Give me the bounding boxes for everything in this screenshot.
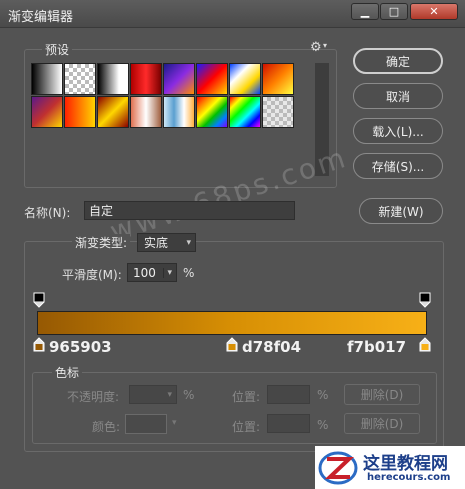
preset-swatch[interactable] — [229, 63, 261, 95]
opacity-location-label: 位置: — [232, 390, 261, 404]
preset-swatch[interactable] — [97, 63, 129, 95]
color-location-input[interactable] — [267, 414, 310, 433]
color-stop-value: f7b017 — [347, 338, 407, 356]
preset-swatch[interactable] — [130, 63, 162, 95]
opacity-stop-marker — [33, 292, 45, 308]
opacity-stop-right[interactable] — [419, 292, 431, 311]
color-swatch[interactable] — [125, 414, 167, 434]
smoothness-value: 100 — [133, 265, 156, 280]
new-button[interactable]: 新建(W) — [359, 198, 443, 224]
preset-swatch[interactable] — [262, 96, 294, 128]
preset-swatch[interactable] — [196, 96, 228, 128]
color-delete-button[interactable]: 删除(D) — [344, 413, 420, 434]
name-label: 名称(N): — [24, 206, 71, 220]
maximize-button[interactable]: □ — [380, 3, 408, 20]
color-location-label: 位置: — [232, 420, 261, 434]
opacity-label: 不透明度: — [67, 390, 120, 404]
color-stop-value: d78f04 — [242, 338, 302, 356]
opacity-delete-button[interactable]: 删除(D) — [344, 384, 420, 405]
chevron-down-icon[interactable]: ▾ — [172, 418, 177, 428]
opacity-input[interactable]: ▾ — [129, 385, 177, 404]
stops-label: 色标 — [52, 364, 83, 381]
gradient-preview-bar[interactable] — [37, 311, 427, 335]
logo-title: 这里教程网 — [363, 454, 448, 474]
gradient-type-select[interactable]: 实底 ▾ — [137, 233, 196, 252]
gear-icon[interactable]: ⚙ — [310, 40, 322, 55]
preset-swatch[interactable] — [97, 96, 129, 128]
logo-url: herecours.com — [367, 472, 451, 483]
color-stop-value: 965903 — [49, 338, 112, 356]
opacity-unit: % — [183, 388, 195, 402]
preset-swatch[interactable] — [64, 63, 96, 95]
load-button[interactable]: 载入(L)... — [353, 118, 443, 144]
preset-swatch[interactable] — [64, 96, 96, 128]
color-stop-marker[interactable] — [226, 337, 238, 355]
preset-swatch[interactable] — [31, 96, 63, 128]
site-logo: 这里教程网 herecours.com — [315, 446, 465, 489]
preset-swatch-grid — [31, 63, 294, 129]
save-button[interactable]: 存储(S)... — [353, 153, 443, 179]
chevron-down-icon[interactable]: ▾ — [163, 267, 176, 278]
preset-swatch[interactable] — [196, 63, 228, 95]
presets-label: 预设 — [42, 41, 73, 58]
opacity-location-input[interactable] — [267, 385, 310, 404]
color-label: 颜色: — [92, 420, 121, 434]
name-input[interactable] — [84, 201, 295, 220]
opacity-location-unit: % — [317, 388, 329, 402]
gradient-type-value: 实底 — [144, 236, 169, 250]
chevron-down-icon: ▾ — [167, 389, 172, 400]
color-location-unit: % — [317, 418, 329, 432]
title-bar: 渐变编辑器 ▁ □ ✕ — [0, 0, 465, 28]
opacity-stop-left[interactable] — [33, 292, 45, 311]
color-stop-marker[interactable] — [33, 337, 45, 355]
preset-swatch[interactable] — [31, 63, 63, 95]
preset-swatch[interactable] — [163, 96, 195, 128]
preset-swatch[interactable] — [130, 96, 162, 128]
close-button[interactable]: ✕ — [410, 3, 458, 20]
preset-swatch[interactable] — [262, 63, 294, 95]
chevron-down-icon[interactable]: ▾ — [323, 41, 327, 50]
smoothness-label: 平滑度(M): — [62, 268, 122, 282]
smoothness-unit: % — [183, 266, 195, 280]
window-title: 渐变编辑器 — [8, 10, 74, 25]
gradient-type-label: 渐变类型: — [72, 234, 131, 251]
color-stop-marker[interactable] — [419, 337, 431, 355]
logo-emblem-icon — [318, 451, 358, 485]
cancel-button[interactable]: 取消 — [353, 83, 443, 109]
preset-swatch[interactable] — [229, 96, 261, 128]
smoothness-input[interactable]: 100 ▾ — [127, 263, 177, 282]
preset-swatch[interactable] — [163, 63, 195, 95]
opacity-stop-marker — [419, 292, 431, 308]
ok-button[interactable]: 确定 — [353, 48, 443, 74]
chevron-down-icon: ▾ — [186, 237, 191, 248]
minimize-button[interactable]: ▁ — [351, 3, 379, 20]
